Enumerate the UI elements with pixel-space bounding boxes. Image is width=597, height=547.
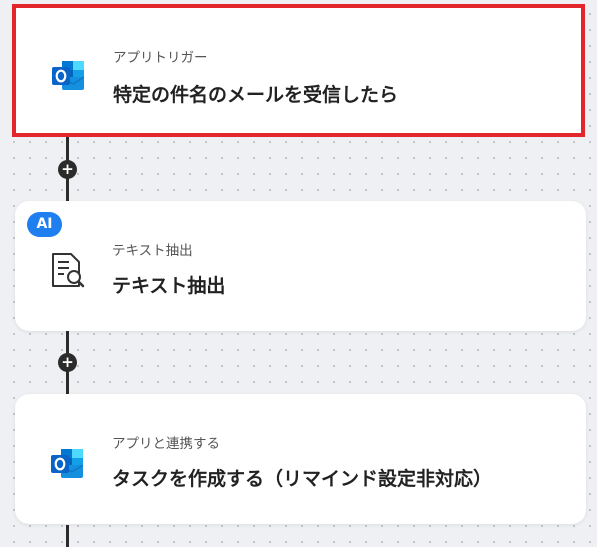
outlook-icon [47,443,87,483]
document-search-icon [47,250,87,290]
step-title: 特定の件名のメールを受信したら [113,84,399,106]
flow-step-create-task[interactable]: アプリと連携する タスクを作成する（リマインド設定非対応） [15,394,586,524]
add-step-button[interactable]: + [58,160,77,179]
flow-connector [66,525,69,547]
outlook-icon [48,55,88,95]
step-title: タスクを作成する（リマインド設定非対応） [112,468,493,490]
ai-badge: AI [27,212,62,237]
step-type-label: アプリと連携する [112,436,220,452]
add-step-button[interactable]: + [58,353,77,372]
step-title: テキスト抽出 [112,275,226,297]
flow-step-text-extraction[interactable]: テキスト抽出 テキスト抽出 [15,201,586,331]
step-type-label: アプリトリガー [113,50,208,66]
flow-step-trigger[interactable]: アプリトリガー 特定の件名のメールを受信したら [12,4,585,137]
step-type-label: テキスト抽出 [112,243,193,259]
